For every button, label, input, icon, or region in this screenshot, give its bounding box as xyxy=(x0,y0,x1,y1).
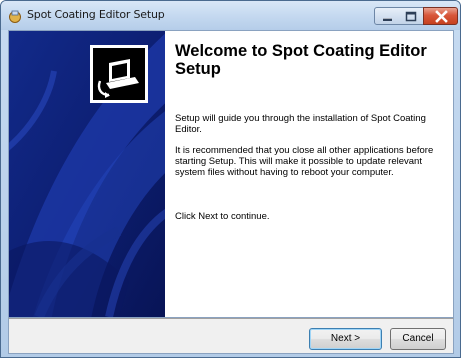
sidebar-banner xyxy=(9,31,165,317)
welcome-panel: Welcome to Spot Coating Editor Setup Set… xyxy=(8,30,454,318)
recommendation-paragraph: It is recommended that you close all oth… xyxy=(175,145,434,178)
continue-instruction: Click Next to continue. xyxy=(175,211,270,222)
installer-computer-icon xyxy=(90,45,148,103)
minimize-button[interactable] xyxy=(374,7,400,25)
close-icon xyxy=(435,10,448,23)
title-bar[interactable]: Spot Coating Editor Setup xyxy=(1,1,460,30)
minimize-icon xyxy=(383,18,392,21)
button-bar: Next > Cancel xyxy=(8,318,454,354)
close-button[interactable] xyxy=(423,7,458,25)
intro-paragraph: Setup will guide you through the install… xyxy=(175,113,426,135)
installer-icon xyxy=(9,10,21,23)
cancel-button[interactable]: Cancel xyxy=(390,328,446,350)
maximize-button[interactable] xyxy=(399,7,424,25)
welcome-heading: Welcome to Spot Coating Editor Setup xyxy=(175,42,427,78)
next-button[interactable]: Next > xyxy=(309,328,382,350)
setup-window: Spot Coating Editor Setup Welcome to Spo… xyxy=(0,0,461,358)
maximize-icon xyxy=(405,11,417,22)
window-title: Spot Coating Editor Setup xyxy=(27,8,165,21)
